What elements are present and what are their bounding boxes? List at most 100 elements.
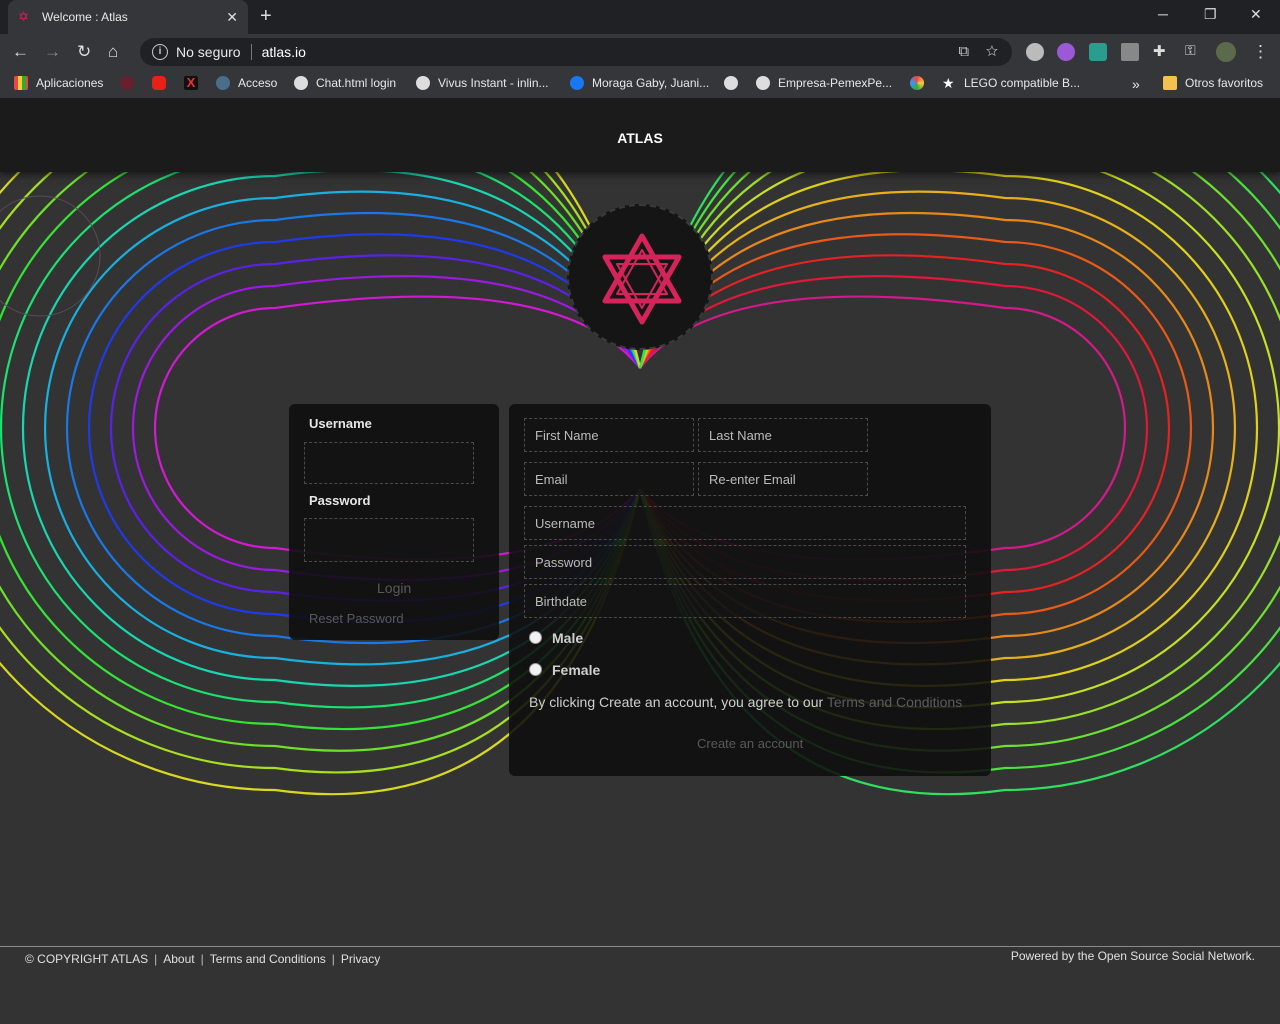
extension-1-icon[interactable]: [1026, 43, 1044, 61]
bookmarks-bar: Aplicaciones X Acceso Chat.html login Vi…: [0, 70, 1280, 98]
info-icon[interactable]: i: [152, 44, 168, 60]
bookmark-star-icon[interactable]: ☆: [986, 43, 998, 60]
profile-avatar[interactable]: [1216, 42, 1236, 62]
star-icon: ★: [942, 75, 955, 91]
login-panel: Username Password Login Reset Password: [289, 404, 499, 640]
footer-terms-link[interactable]: Terms and Conditions: [210, 952, 326, 966]
signup-panel: First Name Last Name Email Re-enter Emai…: [509, 404, 991, 776]
restore-icon[interactable]: ❐: [1204, 6, 1217, 23]
bookmark-atlas[interactable]: [120, 76, 142, 90]
acceso-icon: [216, 76, 230, 90]
bookmark-pinwheel[interactable]: [910, 76, 932, 90]
gender-female-label: Female: [552, 662, 601, 678]
folder-icon: [1163, 76, 1177, 90]
forward-icon[interactable]: →: [44, 42, 61, 62]
menu-kebab-icon[interactable]: ⋮: [1252, 42, 1269, 62]
back-icon[interactable]: ←: [12, 42, 29, 62]
overflow-chevron-icon: »: [1132, 76, 1140, 92]
globe-icon: [294, 76, 308, 90]
new-tab-button[interactable]: +: [260, 5, 272, 28]
create-account-button[interactable]: Create an account: [697, 736, 803, 751]
address-bar[interactable]: i No seguro atlas.io ⧉ ☆: [140, 38, 1012, 66]
atlas-logo: [567, 204, 713, 350]
extension-2-icon[interactable]: [1057, 43, 1075, 61]
reset-password-link[interactable]: Reset Password: [309, 611, 404, 626]
key-icon[interactable]: ⚿: [1185, 42, 1196, 59]
footer-divider: |: [200, 952, 204, 966]
bookmark-label: Chat.html login: [316, 76, 397, 90]
star-of-david-icon: [602, 233, 682, 325]
copyright-text: © COPYRIGHT ATLAS: [25, 952, 149, 966]
login-username-input[interactable]: [304, 442, 474, 484]
reload-icon[interactable]: ↻: [77, 42, 91, 62]
browser-toolbar: ← → ↻ ⌂ i No seguro atlas.io ⧉ ☆ ✚ ⚿ ⋮: [0, 34, 1280, 70]
bookmark-label: Acceso: [238, 76, 278, 90]
minimize-icon[interactable]: ─: [1158, 6, 1168, 22]
bookmark-chat-login[interactable]: Chat.html login: [294, 76, 396, 90]
bookmark-label: Aplicaciones: [36, 76, 104, 90]
bookmark-label: Otros favoritos: [1185, 76, 1264, 90]
bookmark-x[interactable]: X: [184, 76, 206, 90]
bookmark-globe[interactable]: [724, 76, 746, 90]
birthdate-input[interactable]: Birthdate: [524, 584, 966, 618]
apps-grid-icon: [14, 76, 28, 90]
extension-4-icon[interactable]: [1121, 43, 1139, 61]
extension-3-icon[interactable]: [1089, 43, 1107, 61]
powered-by-text: Powered by the Open Source Social Networ…: [1010, 949, 1255, 963]
password-label: Password: [309, 493, 371, 508]
signup-password-input[interactable]: Password: [524, 545, 966, 579]
globe-icon: [724, 76, 738, 90]
username-label: Username: [309, 416, 372, 431]
agree-text: By clicking Create an account, you agree…: [529, 694, 827, 710]
bookmark-label: LEGO compatible B...: [964, 76, 1081, 90]
terms-agreement: By clicking Create an account, you agree…: [529, 694, 962, 710]
facebook-icon: [570, 76, 584, 90]
browser-tab[interactable]: ✡ Welcome : Atlas ✕: [8, 0, 248, 34]
bookmark-facebook[interactable]: Moraga Gaby, Juani...: [570, 76, 709, 90]
site-header: ATLAS: [0, 98, 1280, 172]
footer-about-link[interactable]: About: [163, 952, 194, 966]
reenter-email-input[interactable]: Re-enter Email: [698, 462, 868, 496]
last-name-input[interactable]: Last Name: [698, 418, 868, 452]
signup-username-input[interactable]: Username: [524, 506, 966, 540]
footer-divider: |: [154, 952, 158, 966]
footer-privacy-link[interactable]: Privacy: [341, 952, 380, 966]
first-name-input[interactable]: First Name: [524, 418, 694, 452]
window-close-icon[interactable]: ✕: [1250, 6, 1262, 23]
pinwheel-icon: [910, 76, 924, 90]
bookmark-empresa[interactable]: Empresa-PemexPe...: [756, 76, 892, 90]
omnibox-divider: [250, 44, 252, 60]
atlas-favicon-icon: ✡: [18, 9, 29, 24]
login-password-input[interactable]: [304, 518, 474, 562]
bookmark-label: Moraga Gaby, Juani...: [592, 76, 710, 90]
globe-icon: [756, 76, 770, 90]
bookmark-youtube[interactable]: [152, 76, 174, 90]
extensions-puzzle-icon[interactable]: ✚: [1153, 42, 1166, 60]
login-button[interactable]: Login: [377, 580, 411, 596]
tab-close-icon[interactable]: ✕: [226, 9, 238, 26]
email-input[interactable]: Email: [524, 462, 694, 496]
open-in-icon[interactable]: ⧉: [958, 43, 969, 60]
tab-title: Welcome : Atlas: [42, 10, 128, 24]
browser-tabstrip: ✡ Welcome : Atlas ✕ + ─ ❐ ✕: [0, 0, 1280, 34]
terms-link[interactable]: Terms and Conditions: [827, 694, 962, 710]
bookmark-aplicaciones[interactable]: Aplicaciones: [14, 76, 103, 90]
bookmark-label: Empresa-PemexPe...: [778, 76, 893, 90]
globe-icon: [416, 76, 430, 90]
bookmark-lego[interactable]: ★ LEGO compatible B...: [942, 76, 1080, 90]
bookmark-otros-favoritos[interactable]: Otros favoritos: [1163, 76, 1263, 90]
atlas-star-icon: [120, 76, 134, 90]
x-icon: X: [184, 76, 198, 90]
gender-male-radio[interactable]: [529, 631, 542, 644]
omnibox-actions: ⧉ ☆: [958, 43, 998, 60]
page: ATLAS Username Password Login Reset Pass…: [0, 98, 1280, 1024]
bookmark-vivus[interactable]: Vivus Instant - inlin...: [416, 76, 549, 90]
security-label: No seguro: [176, 44, 241, 60]
site-brand[interactable]: ATLAS: [617, 130, 663, 146]
youtube-icon: [152, 76, 166, 90]
gender-male-label: Male: [552, 630, 584, 646]
home-icon[interactable]: ⌂: [108, 42, 118, 62]
bookmark-acceso[interactable]: Acceso: [216, 76, 277, 90]
gender-female-radio[interactable]: [529, 663, 542, 676]
bookmarks-overflow[interactable]: »: [1132, 76, 1140, 92]
